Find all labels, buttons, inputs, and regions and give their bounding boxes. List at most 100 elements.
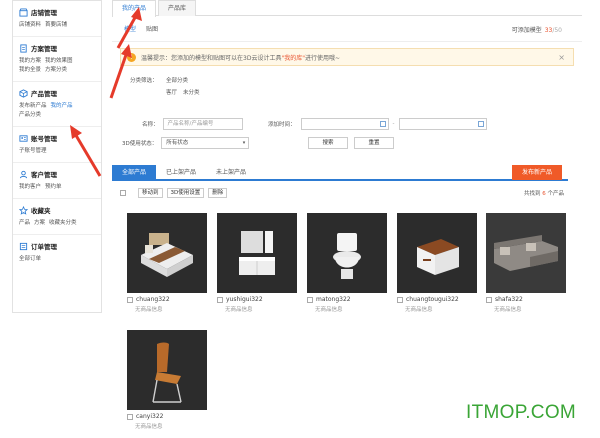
- product-card[interactable]: shafa322 无商品信息: [486, 213, 568, 313]
- star-icon: [19, 205, 28, 215]
- search-button[interactable]: 搜索: [308, 137, 348, 149]
- order-icon: [19, 242, 28, 250]
- calendar-icon[interactable]: [379, 121, 386, 127]
- sidebar-link-product-categories[interactable]: 产品分类: [19, 112, 41, 118]
- sidebar-heading-plan[interactable]: 方案管理: [19, 43, 101, 53]
- sidebar-section-favorites: 收藏夹 产品 方案 收藏夹分类: [13, 199, 101, 235]
- sidebar-heading-product[interactable]: 产品管理: [19, 88, 101, 98]
- sidebar-link-my-renderings[interactable]: 我的效果图: [45, 58, 73, 64]
- product-thumbnail-nightstand[interactable]: [397, 213, 477, 293]
- filter-option-living-room[interactable]: 客厅: [166, 88, 177, 96]
- calendar-icon[interactable]: [477, 121, 484, 127]
- sidebar-link-my-plans[interactable]: 我的方案: [19, 58, 41, 64]
- customer-icon: [19, 170, 28, 178]
- cube-icon: [19, 88, 28, 98]
- sidebar-link-appointments[interactable]: 预约单: [45, 184, 62, 190]
- product-thumbnail-sofa[interactable]: [486, 213, 566, 293]
- list-tab-all[interactable]: 全部产品: [112, 165, 157, 179]
- sidebar-section-plan: 方案管理 我的方案 我的效果图 我的全景 方案分类: [13, 37, 101, 82]
- end-date-input[interactable]: [398, 118, 487, 130]
- 3d-settings-button[interactable]: 3D使用设置: [166, 188, 205, 198]
- product-name: chuang322: [136, 296, 170, 303]
- sidebar-heading-customer[interactable]: 客户管理: [19, 169, 101, 179]
- time-filter: 添加时间： -: [268, 118, 487, 130]
- product-name: matong322: [316, 296, 351, 303]
- list-tab-listed[interactable]: 已上架产品: [156, 165, 206, 179]
- product-card[interactable]: chuangtougui322 无商品信息: [397, 213, 479, 313]
- product-info: 无商品信息: [135, 424, 163, 430]
- sidebar-link-plan-categories[interactable]: 方案分类: [45, 67, 67, 73]
- sidebar-heading-orders[interactable]: 订单管理: [19, 241, 101, 251]
- sidebar-heading-favorites[interactable]: 收藏夹: [19, 205, 101, 215]
- quota-label: 可添加模型: [511, 27, 542, 34]
- product-info: 无商品信息: [405, 307, 433, 313]
- product-checkbox[interactable]: [397, 296, 403, 303]
- watermark: ITMOP.COM: [466, 402, 577, 423]
- list-toolbar: 移动到 3D使用设置 删除 共找到 6 个产品: [120, 186, 568, 200]
- sidebar-link-store-info[interactable]: 店铺资料: [19, 22, 41, 28]
- product-checkbox[interactable]: [127, 413, 133, 420]
- account-icon: [19, 134, 28, 142]
- status-select[interactable]: 所有状态 ▾: [161, 137, 250, 149]
- product-card[interactable]: matong322 无商品信息: [307, 213, 389, 313]
- sidebar-link-fav-categories[interactable]: 收藏夹分类: [49, 220, 77, 226]
- tab-my-products[interactable]: 我的产品: [112, 0, 157, 17]
- document-icon: [20, 43, 27, 53]
- product-checkbox[interactable]: [307, 296, 313, 303]
- status-filter: 3D使用状态： 所有状态 ▾: [122, 137, 250, 149]
- product-thumbnail-bathroom-cabinet[interactable]: [217, 213, 297, 293]
- sidebar-heading-account[interactable]: 账号管理: [19, 133, 101, 143]
- product-thumbnail-toilet[interactable]: [307, 213, 387, 293]
- sidebar-link-sub-accounts[interactable]: 子账号管理: [19, 148, 47, 154]
- sidebar-heading-label: 收藏夹: [31, 207, 51, 215]
- sidebar-link-fav-products[interactable]: 产品: [19, 220, 30, 226]
- sidebar-link-my-panoramas[interactable]: 我的全景: [19, 67, 41, 73]
- product-card[interactable]: chuang322 无商品信息: [127, 213, 209, 313]
- product-checkbox[interactable]: [217, 296, 223, 303]
- product-name: yushigui322: [226, 296, 263, 303]
- start-date-input[interactable]: [300, 118, 389, 130]
- sidebar-link-primary-store[interactable]: 首要店铺: [45, 22, 67, 28]
- product-card[interactable]: canyi322 无商品信息: [127, 330, 209, 430]
- sidebar-section-orders: 订单管理 全部订单: [13, 235, 101, 270]
- product-name: shafa322: [495, 296, 523, 303]
- list-tab-unlisted[interactable]: 未上架产品: [206, 165, 256, 179]
- sidebar-link-my-customers[interactable]: 我的客户: [19, 184, 41, 190]
- product-info: 无商品信息: [225, 307, 253, 313]
- delete-button[interactable]: 删除: [208, 188, 228, 198]
- sidebar-link-all-orders[interactable]: 全部订单: [19, 256, 41, 262]
- product-thumbnail-chair[interactable]: [127, 330, 207, 410]
- subtab-textures[interactable]: 贴图: [146, 24, 158, 33]
- status-select-value: 所有状态: [166, 140, 189, 146]
- tab-product-library[interactable]: 产品库: [158, 0, 197, 16]
- filter-option-uncategorized[interactable]: 未分类: [183, 88, 200, 96]
- close-icon[interactable]: ×: [558, 53, 565, 62]
- sidebar-heading-label: 客户管理: [31, 171, 57, 179]
- sidebar-link-my-products[interactable]: 我的产品: [51, 103, 73, 109]
- subtab-models[interactable]: 模型: [124, 24, 136, 33]
- product-info: 无商品信息: [135, 307, 163, 313]
- sidebar-link-fav-plans[interactable]: 方案: [34, 220, 45, 226]
- product-name: chuangtougui322: [406, 296, 459, 303]
- sidebar-section-customer: 客户管理 我的客户 预约单: [13, 163, 101, 199]
- model-quota: 可添加模型 33/50: [512, 25, 562, 34]
- select-all-checkbox[interactable]: [120, 190, 126, 196]
- product-checkbox[interactable]: [486, 296, 492, 303]
- product-name: canyi322: [136, 413, 164, 420]
- reset-button[interactable]: 重置: [354, 137, 394, 149]
- sub-tabs: 模型 贴图 可添加模型 33/50: [112, 16, 582, 42]
- sidebar-heading-label: 账号管理: [31, 135, 57, 143]
- product-checkbox[interactable]: [127, 296, 133, 303]
- notice-suffix: 进行使用哦~: [304, 54, 341, 62]
- name-input[interactable]: 产品名称/产品编号: [162, 118, 243, 130]
- sidebar-section-account: 账号管理 子账号管理: [13, 127, 101, 163]
- sidebar-heading-label: 产品管理: [31, 90, 57, 98]
- move-to-button[interactable]: 移动到: [138, 188, 163, 198]
- product-card[interactable]: yushigui322 无商品信息: [217, 213, 299, 313]
- publish-product-button[interactable]: 发布新产品: [512, 165, 562, 180]
- filter-option-all[interactable]: 全部分类: [166, 76, 188, 84]
- sidebar-link-publish-product[interactable]: 发布新产品: [19, 103, 47, 109]
- product-thumbnail-bed[interactable]: [127, 213, 207, 293]
- sidebar-heading-store[interactable]: 店铺管理: [19, 7, 101, 17]
- sidebar-heading-label: 店铺管理: [31, 9, 57, 17]
